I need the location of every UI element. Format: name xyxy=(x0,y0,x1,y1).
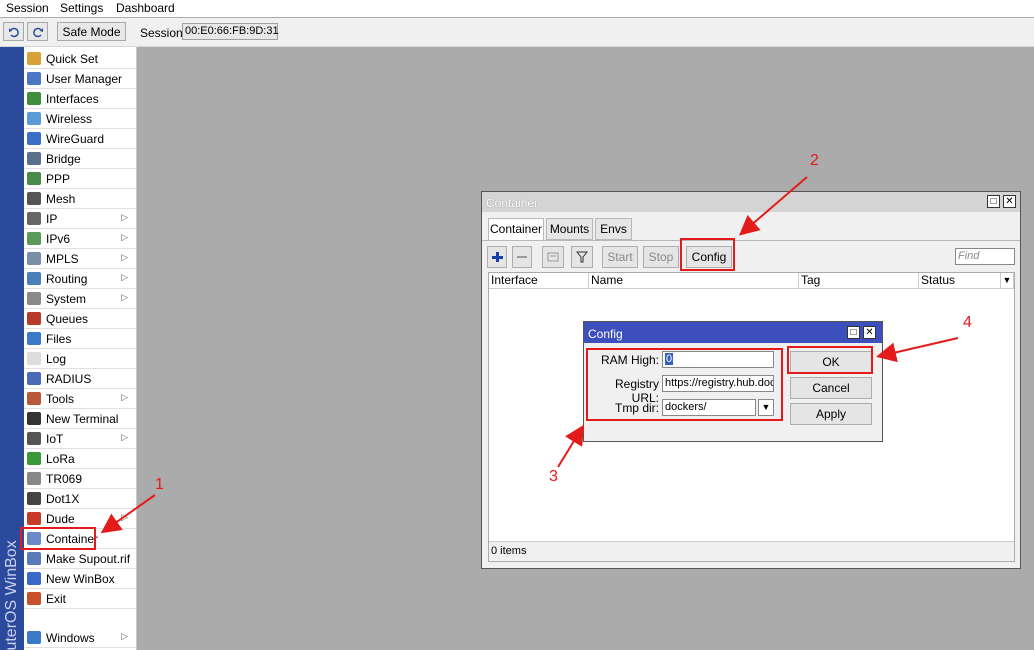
annotation-arrows xyxy=(100,176,959,534)
arrow-3 xyxy=(557,424,585,468)
arrow-2 xyxy=(738,176,808,236)
arrow-1 xyxy=(100,494,156,534)
annotation-number-4: 4 xyxy=(963,314,972,331)
arrow-4 xyxy=(876,337,959,363)
annotation-number-1: 1 xyxy=(155,476,164,493)
annotation-number-2: 2 xyxy=(810,152,819,169)
annotation-number-3: 3 xyxy=(549,468,558,485)
